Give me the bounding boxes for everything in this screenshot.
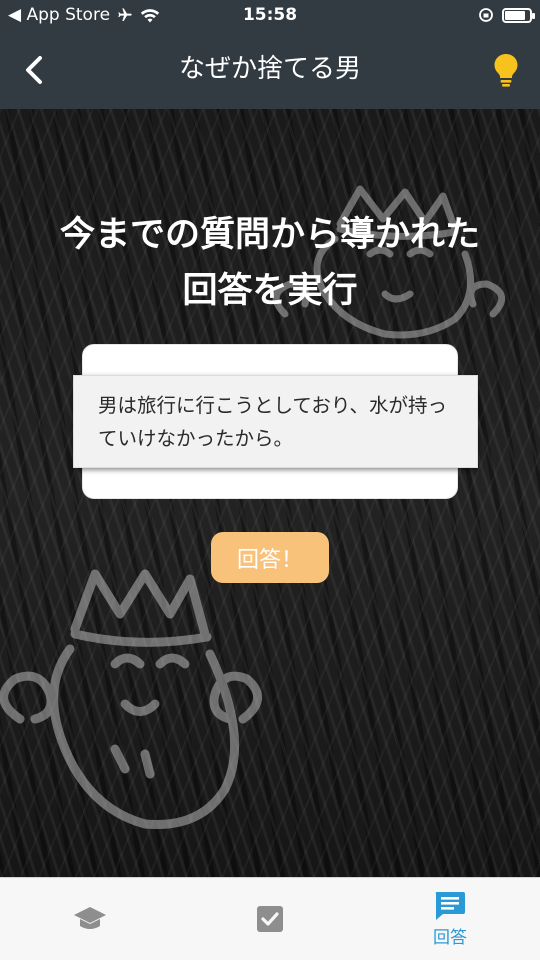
checkbox-icon xyxy=(257,906,283,932)
battery-fill xyxy=(505,10,526,20)
heading-line-1: 今までの質問から導かれた xyxy=(59,214,480,255)
tab-answer[interactable]: 回答 xyxy=(360,878,540,960)
status-right xyxy=(478,7,535,23)
tab-learn[interactable] xyxy=(0,878,180,960)
nav-bar: なぜか捨てる男 xyxy=(0,30,540,109)
graduation-cap-icon xyxy=(74,907,106,929)
back-to-app-store-link[interactable]: ◀ App Store xyxy=(8,5,110,25)
answer-input[interactable]: 男は旅行に行こうとしており、水が持っていけなかったから。 xyxy=(73,375,478,468)
logo-watermark-bottom xyxy=(0,569,262,830)
lightbulb-icon xyxy=(494,54,518,87)
status-left: ◀ App Store xyxy=(8,5,160,25)
hint-button[interactable] xyxy=(486,48,526,92)
status-bar: ◀ App Store 15:58 xyxy=(0,0,540,30)
heading-line-2: 回答を実行 xyxy=(182,270,358,311)
wifi-icon xyxy=(140,9,160,23)
submit-answer-button[interactable]: 回答！ xyxy=(211,532,329,583)
tab-checklist[interactable] xyxy=(180,878,360,960)
chat-icon xyxy=(435,891,465,920)
tab-answer-label: 回答 xyxy=(433,927,467,948)
page-heading: 今までの質問から導かれた 回答を実行 xyxy=(0,207,540,319)
nav-title: なぜか捨てる男 xyxy=(178,54,361,84)
orientation-lock-icon xyxy=(479,8,493,22)
battery-icon xyxy=(502,7,535,23)
tab-bar: 回答 xyxy=(0,877,540,960)
main-content: 今までの質問から導かれた 回答を実行 男は旅行に行こうとしており、水が持っていけ… xyxy=(0,109,540,877)
airplane-icon xyxy=(118,8,132,21)
